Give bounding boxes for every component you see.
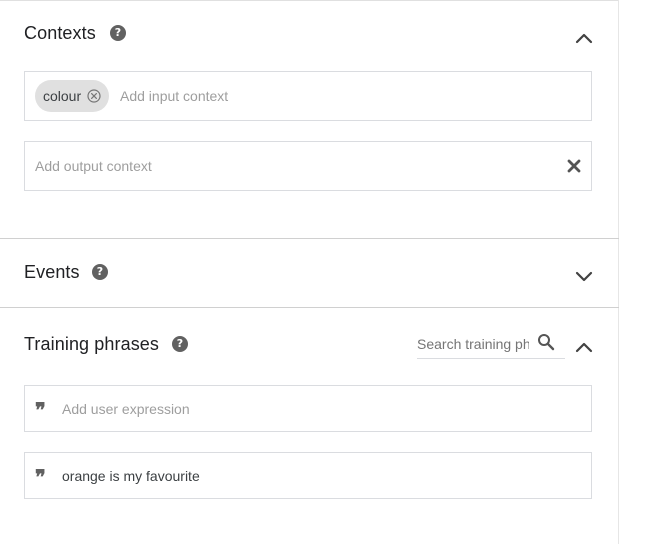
context-chip[interactable]: colour	[35, 80, 110, 112]
intent-editor-panel: Contexts ? colour Add input context Add …	[0, 0, 652, 544]
contexts-chevron-up-icon[interactable]	[573, 27, 595, 49]
add-user-expression-placeholder: Add user expression	[62, 401, 190, 417]
output-context-field[interactable]: Add output context	[24, 141, 592, 191]
context-chip-label: colour	[43, 88, 82, 104]
output-context-placeholder: Add output context	[35, 158, 152, 174]
search-input[interactable]	[417, 336, 529, 352]
quote-icon: ❞	[35, 398, 46, 422]
events-chevron-down-icon[interactable]	[573, 265, 595, 287]
close-icon[interactable]	[566, 158, 582, 174]
training-phrases-search	[417, 333, 565, 359]
training-phrase-text: orange is my favourite	[62, 468, 200, 484]
events-help-icon[interactable]: ?	[92, 264, 108, 280]
chip-remove-icon[interactable]	[87, 89, 101, 103]
quote-icon: ❞	[35, 465, 46, 489]
section-divider	[0, 238, 619, 239]
section-divider	[0, 307, 619, 308]
top-border	[0, 0, 619, 1]
training-phrases-title: Training phrases	[24, 334, 160, 354]
input-context-placeholder: Add input context	[120, 88, 229, 104]
right-gutter	[618, 0, 652, 544]
search-icon[interactable]	[537, 333, 555, 351]
training-phrase-row[interactable]: ❞ orange is my favourite	[24, 452, 592, 499]
training-phrases-help-icon[interactable]: ?	[172, 336, 188, 352]
contexts-help-icon[interactable]: ?	[110, 25, 126, 41]
events-title: Events	[24, 262, 80, 282]
contexts-title: Contexts	[24, 23, 96, 43]
input-context-field[interactable]: colour Add input context	[24, 71, 592, 121]
add-user-expression-field[interactable]: ❞ Add user expression	[24, 385, 592, 432]
training-phrases-chevron-up-icon[interactable]	[573, 336, 595, 358]
